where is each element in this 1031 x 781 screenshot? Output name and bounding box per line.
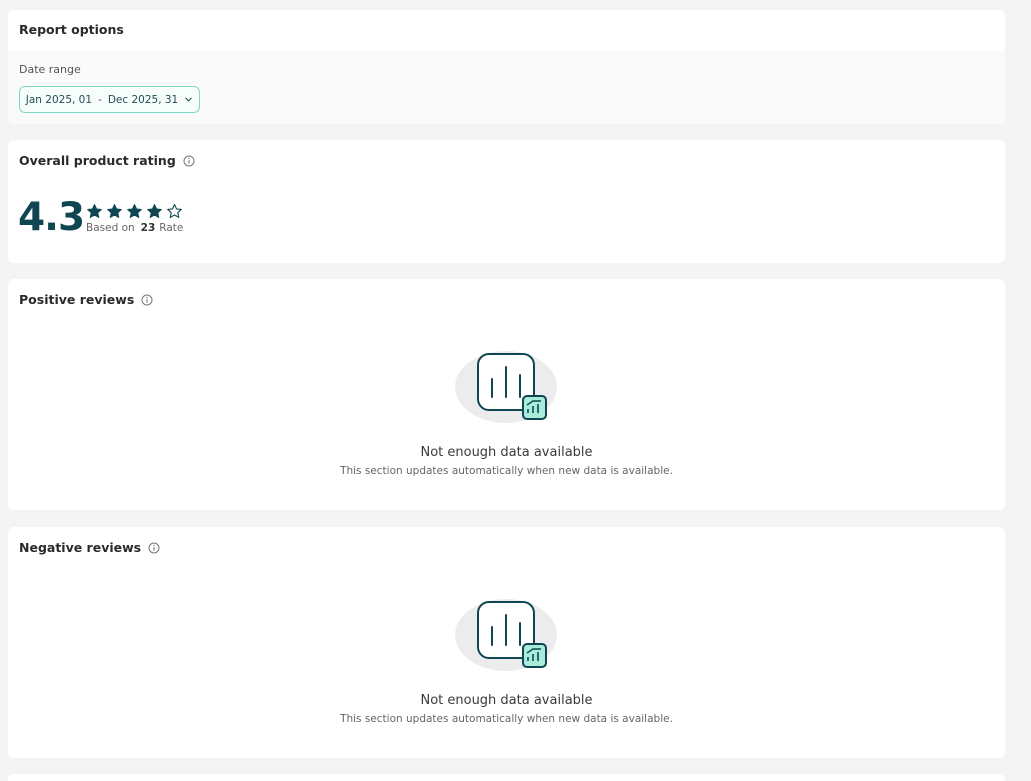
overall-rating-card: Overall product rating 4.3 Based on 23 Rat… bbox=[8, 140, 1005, 263]
empty-chart-illustration-icon bbox=[455, 599, 557, 671]
date-range-start: Jan 2025, 01 bbox=[25, 93, 93, 106]
positive-reviews-card: Positive reviews Not enough data availab… bbox=[8, 279, 1005, 510]
date-range-end: Dec 2025, 31 bbox=[107, 93, 179, 106]
star-filled-icon bbox=[147, 204, 162, 218]
empty-state-subtitle: This section updates automatically when … bbox=[340, 713, 673, 725]
empty-state-title: Not enough data available bbox=[420, 445, 593, 460]
report-options-body: Date range Jan 2025, 01 - Dec 2025, 31 bbox=[8, 51, 1005, 124]
date-range-picker[interactable]: Jan 2025, 01 - Dec 2025, 31 bbox=[19, 86, 200, 113]
date-range-label: Date range bbox=[19, 63, 81, 76]
info-icon[interactable] bbox=[183, 155, 195, 167]
date-range-separator: - bbox=[98, 93, 102, 106]
negative-reviews-title: Negative reviews bbox=[19, 540, 142, 555]
report-options-title: Report options bbox=[19, 22, 124, 37]
negative-reviews-title-row: Negative reviews bbox=[19, 540, 160, 555]
info-icon[interactable] bbox=[148, 542, 160, 554]
rating-count: 23 bbox=[140, 222, 156, 234]
overall-rating-title: Overall product rating bbox=[19, 153, 176, 168]
based-on-label: Based on bbox=[86, 222, 135, 234]
empty-state-subtitle: This section updates automatically when … bbox=[340, 465, 673, 477]
next-section-card bbox=[8, 774, 1005, 781]
empty-state-title: Not enough data available bbox=[420, 693, 593, 708]
report-options-header: Report options bbox=[8, 10, 1005, 51]
star-filled-icon bbox=[107, 204, 122, 218]
star-filled-icon bbox=[87, 204, 102, 218]
rating-count-unit: Rate bbox=[159, 222, 184, 234]
report-options-card: Report options Date range Jan 2025, 01 -… bbox=[8, 10, 1005, 124]
positive-reviews-title: Positive reviews bbox=[19, 292, 135, 307]
info-icon[interactable] bbox=[141, 294, 153, 306]
rating-value: 4.3 bbox=[18, 195, 85, 240]
positive-reviews-title-row: Positive reviews bbox=[19, 292, 153, 307]
star-filled-icon bbox=[127, 204, 142, 218]
negative-reviews-card: Negative reviews Not enough data availab… bbox=[8, 527, 1005, 758]
chevron-down-icon bbox=[185, 97, 192, 102]
star-rating bbox=[86, 203, 183, 220]
overall-rating-title-row: Overall product rating bbox=[19, 153, 195, 168]
rating-count-row: Based on 23 Rate bbox=[86, 222, 183, 234]
empty-chart-illustration-icon bbox=[455, 351, 557, 423]
star-outline-icon bbox=[167, 203, 182, 219]
